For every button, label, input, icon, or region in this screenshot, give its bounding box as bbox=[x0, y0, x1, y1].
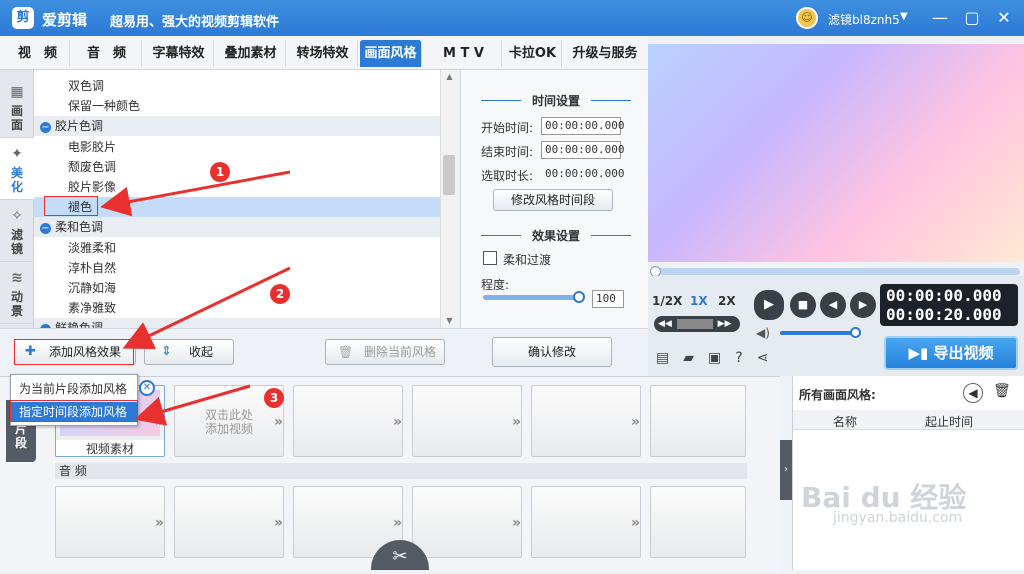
annotation-arrows bbox=[100, 170, 291, 426]
annotation-badge: 1 bbox=[210, 162, 230, 182]
annotation-badge: 3 bbox=[264, 388, 284, 408]
annotation-badge: 2 bbox=[270, 284, 290, 304]
